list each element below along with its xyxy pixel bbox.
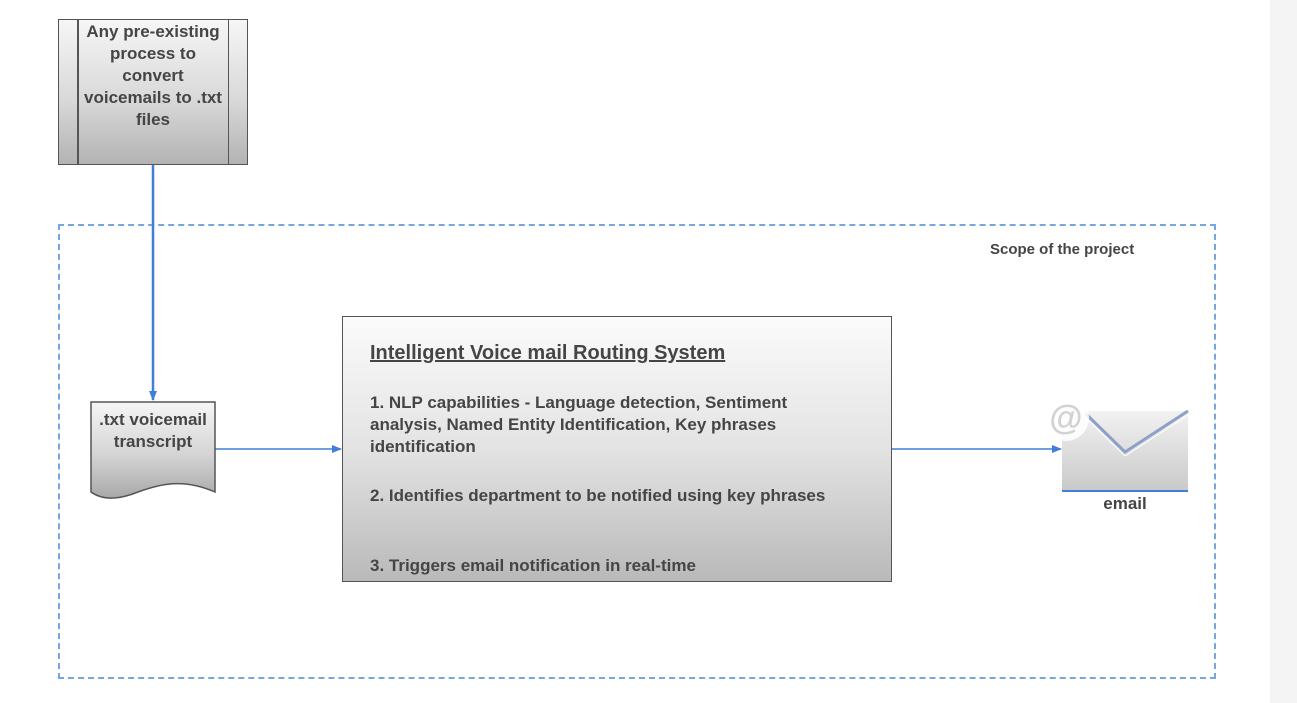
routing-system-box: Intelligent Voice mail Routing System 1.…	[342, 316, 892, 582]
svg-text:@: @	[1049, 399, 1082, 437]
transcript-document-label: .txt voicemail transcript	[99, 410, 207, 451]
email-label: email	[1103, 494, 1147, 513]
system-capability-1: 1. NLP capabilities - Language detection…	[370, 393, 788, 456]
email-envelope-at-icon: @	[1043, 395, 1189, 492]
system-capability-3: 3. Triggers email notification in real-t…	[370, 556, 696, 575]
source-process-box: Any pre-existing process to convert voic…	[58, 19, 248, 165]
source-process-label: Any pre-existing process to convert voic…	[84, 22, 222, 129]
system-title: Intelligent Voice mail Routing System	[370, 342, 726, 364]
system-capability-2: 2. Identifies department to be notified …	[370, 486, 826, 505]
